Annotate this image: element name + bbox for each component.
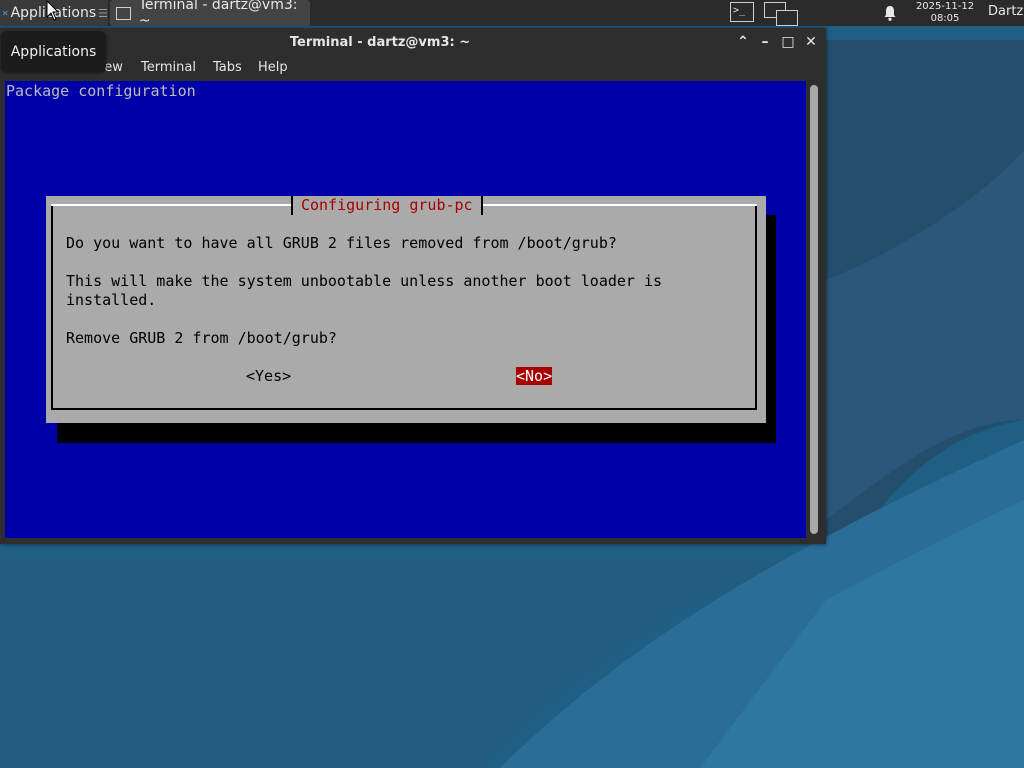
dialog-question: Do you want to have all GRUB 2 files rem…	[66, 234, 617, 252]
dialog-prompt: Remove GRUB 2 from /boot/grub?	[66, 329, 337, 347]
maximize-button[interactable]: □	[780, 34, 796, 50]
terminal-window: Terminal - dartz@vm3: ~ ⌃ – □ ✕ File Edi…	[0, 28, 826, 544]
tooltip-text: Applications	[10, 43, 97, 60]
mouse-cursor-icon	[46, 0, 60, 21]
menubar: File Edit View Terminal Tabs Help	[0, 56, 826, 80]
taskbar-item-label: Terminal - dartz@vm3: ~	[138, 0, 298, 29]
notification-bell-icon[interactable]	[882, 4, 898, 22]
terminal-prompt-icon: >_	[733, 5, 746, 16]
taskbar-item-terminal[interactable]: Terminal - dartz@vm3: ~	[110, 0, 310, 29]
clock-date: 2025-11-12	[915, 1, 975, 12]
menu-tabs[interactable]: Tabs	[213, 60, 242, 75]
dialog-warning-line2: installed.	[66, 291, 157, 309]
clock-time: 08:05	[930, 13, 960, 24]
workspace-switcher[interactable]	[764, 2, 798, 26]
window-title: Terminal - dartz@vm3: ~	[289, 35, 471, 50]
workspace-2-icon	[776, 10, 798, 26]
yes-button[interactable]: <Yes>	[246, 367, 291, 385]
clock[interactable]: 2025-11-12 08:05	[906, 0, 984, 27]
top-panel: Applications ☰ Terminal - dartz@vm3: ~ >…	[0, 0, 1024, 29]
no-button[interactable]: <No>	[516, 367, 553, 385]
close-button[interactable]: ✕	[803, 34, 819, 50]
package-config-header: Package configuration	[6, 82, 196, 100]
menu-terminal[interactable]: Terminal	[141, 60, 196, 75]
window-titlebar[interactable]: Terminal - dartz@vm3: ~ ⌃ – □ ✕	[0, 28, 826, 56]
applications-icon	[3, 10, 8, 16]
menu-separator-icon: ☰	[98, 6, 108, 20]
scrollbar-thumb[interactable]	[810, 85, 818, 534]
minimize-button[interactable]: –	[757, 34, 773, 50]
terminal-icon	[116, 6, 131, 20]
terminal-screen[interactable]: Package configuration Configuring grub-p…	[5, 81, 806, 538]
dialog-warning-line1: This will make the system unbootable unl…	[66, 272, 663, 290]
dialog-title: Configuring grub-pc	[291, 196, 483, 215]
grub-dialog: Configuring grub-pc Do you want to have …	[46, 196, 766, 423]
menu-help[interactable]: Help	[258, 60, 288, 75]
terminal-scrollbar[interactable]	[808, 83, 820, 536]
shade-button[interactable]: ⌃	[735, 34, 751, 50]
user-menu[interactable]: Dartz	[988, 4, 1023, 19]
applications-tooltip: Applications	[1, 31, 106, 72]
workspace-terminal-launcher[interactable]: >_	[730, 2, 754, 22]
